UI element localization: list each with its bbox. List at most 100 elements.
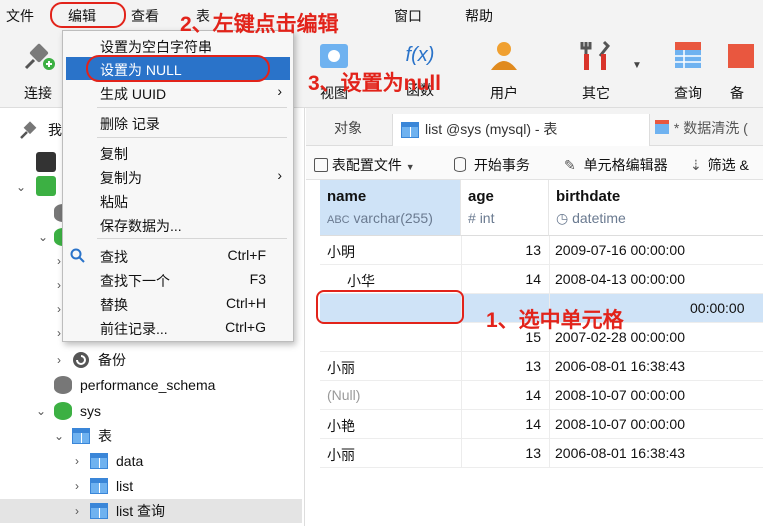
backup-button[interactable]: 备 — [722, 38, 762, 103]
cell-name[interactable]: 小丽 — [327, 358, 355, 378]
menu-item-find-next[interactable]: 查找下一个 F3 — [66, 268, 290, 291]
cell-birthdate[interactable]: 2008-10-07 00:00:00 — [555, 387, 685, 403]
menu-view[interactable]: 查看 — [131, 6, 159, 26]
menu-item-label: 设置为空白字符串 — [100, 39, 212, 55]
menu-window[interactable]: 窗口 — [394, 6, 422, 26]
menu-item-replace[interactable]: 替换 Ctrl+H — [66, 292, 290, 315]
column-header-name[interactable]: name ABC varchar(255) — [320, 180, 461, 236]
user-icon — [491, 42, 517, 70]
tree-item-list-query[interactable]: › list 查询 — [0, 499, 302, 523]
other-dropdown-icon[interactable]: ▼ — [632, 60, 642, 71]
cell-name-null[interactable]: (Null) — [327, 387, 360, 403]
cell-name[interactable]: 小明 — [327, 242, 355, 262]
tree-item-sys[interactable]: ⌄ sys — [34, 399, 101, 423]
tree-item-data[interactable]: › data — [70, 449, 143, 473]
table-row[interactable]: 小丽 13 2006-08-01 16:38:43 — [320, 352, 763, 381]
table-icon — [90, 453, 108, 469]
tab-other-label: * 数据清洗 ( — [673, 120, 748, 136]
menu-item-label: 保存数据为... — [100, 218, 182, 234]
other-label: 其它 — [582, 85, 610, 101]
column-type-label: varchar(255) — [353, 210, 433, 226]
tree-root[interactable]: 我 — [18, 118, 62, 142]
menu-item-copy-as[interactable]: 复制为 › — [66, 165, 290, 188]
menu-item-label: 生成 UUID — [100, 86, 167, 102]
column-divider — [461, 236, 462, 468]
tree-item-label: performance_schema — [80, 377, 216, 393]
table-row[interactable]: 小明 13 2009-07-16 00:00:00 — [320, 236, 763, 265]
tree-item-performance-schema[interactable]: performance_schema — [54, 373, 215, 397]
tab-other[interactable]: * 数据清洗 ( — [654, 118, 763, 138]
cell-birthdate[interactable]: 2008-04-13 00:00:00 — [555, 271, 685, 287]
menu-help[interactable]: 帮助 — [465, 6, 493, 26]
cell-age[interactable]: 13 — [461, 242, 541, 258]
tab-active[interactable]: list @sys (mysql) - 表 — [392, 114, 650, 146]
cell-birthdate[interactable]: 00:00:00 — [690, 300, 745, 316]
cell-age[interactable]: 14 — [461, 387, 541, 403]
table-row[interactable]: (Null) 14 2008-10-07 00:00:00 — [320, 381, 763, 410]
cell-birthdate[interactable]: 2009-07-16 00:00:00 — [555, 242, 685, 258]
filter-button[interactable]: ⇣ 筛选 & — [690, 155, 749, 175]
menu-item-label: 复制 — [100, 146, 128, 162]
table-group-icon — [72, 428, 90, 444]
query-label: 查询 — [674, 85, 702, 101]
table-config-icon — [314, 158, 328, 172]
menu-item-find[interactable]: 查找 Ctrl+F — [66, 244, 290, 267]
tab-active-label: list @sys (mysql) - 表 — [425, 121, 558, 137]
column-type: # int — [468, 210, 494, 226]
mysql-connection-icon — [36, 176, 56, 196]
cell-age[interactable]: 13 — [461, 358, 541, 374]
connect-button[interactable]: 连接 — [8, 38, 68, 103]
menu-item-generate-uuid[interactable]: 生成 UUID › — [66, 81, 290, 104]
query-button[interactable]: 查询 — [658, 38, 718, 103]
annotation-ring-cell — [316, 290, 464, 324]
tree-item-label: sys — [80, 403, 101, 419]
tree-root-label: 我 — [48, 122, 62, 138]
menu-divider — [97, 137, 287, 138]
other-button[interactable]: 其它 — [566, 38, 626, 103]
cell-name[interactable]: 小华 — [347, 271, 375, 291]
tree-item-backup[interactable]: › 备份 — [52, 348, 126, 372]
connection-icon — [36, 152, 56, 172]
cell-age[interactable]: 14 — [461, 416, 541, 432]
cell-age[interactable]: 13 — [461, 445, 541, 461]
menu-item-delete-record[interactable]: 删除 记录 — [66, 111, 290, 134]
plug-icon — [24, 43, 55, 70]
tab-objects[interactable]: 对象 — [334, 118, 362, 138]
menu-item-paste[interactable]: 粘贴 — [66, 189, 290, 212]
cell-birthdate[interactable]: 2008-10-07 00:00:00 — [555, 416, 685, 432]
begin-transaction-button[interactable]: 开始事务 — [454, 155, 530, 175]
annotation-step-1: 1、选中单元格 — [486, 309, 624, 332]
cell-birthdate[interactable]: 2006-08-01 16:38:43 — [555, 358, 685, 374]
cell-name[interactable]: 小艳 — [327, 416, 355, 436]
menu-item-shortcut: Ctrl+G — [225, 319, 266, 335]
cell-name[interactable]: 小丽 — [327, 445, 355, 465]
filter-icon: ⇣ — [690, 157, 702, 173]
menu-item-copy[interactable]: 复制 — [66, 141, 290, 164]
column-header-birthdate[interactable]: birthdate ◷ datetime — [549, 180, 763, 236]
table-row[interactable]: 小丽 13 2006-08-01 16:38:43 — [320, 439, 763, 468]
cell-birthdate[interactable]: 2006-08-01 16:38:43 — [555, 445, 685, 461]
chevron-down-icon[interactable]: ⌄ — [14, 180, 28, 194]
cell-age[interactable]: 14 — [461, 271, 541, 287]
connect-label: 连接 — [24, 85, 52, 101]
chevron-down-icon: ⌄ — [35, 404, 47, 418]
database-icon — [454, 157, 466, 172]
filter-label: 筛选 & — [707, 157, 749, 173]
chevron-down-icon[interactable]: ⌄ — [36, 230, 50, 244]
menu-item-label: 查找 — [100, 249, 128, 265]
text-type-icon: ABC — [327, 214, 350, 226]
menu-item-goto-record[interactable]: 前往记录... Ctrl+G — [66, 316, 290, 339]
tree-item-label: list — [116, 478, 134, 494]
menu-file[interactable]: 文件 — [6, 6, 34, 26]
table-config-button[interactable]: 表配置文件 ▼ — [314, 155, 415, 175]
menu-item-save-data-as[interactable]: 保存数据为... — [66, 213, 290, 236]
menu-item-label: 粘贴 — [100, 194, 128, 210]
user-button[interactable]: 用户 — [474, 38, 534, 103]
number-type-icon: # — [468, 210, 476, 226]
tree-item-tables[interactable]: ⌄ 表 — [52, 424, 112, 448]
tree-item-list[interactable]: › list — [70, 474, 133, 498]
cell-editor-button[interactable]: ✎ 单元格编辑器 — [564, 155, 668, 175]
table-row[interactable]: 小艳 14 2008-10-07 00:00:00 — [320, 410, 763, 439]
column-header-age[interactable]: age # int — [461, 180, 549, 236]
user-label: 用户 — [490, 85, 518, 101]
